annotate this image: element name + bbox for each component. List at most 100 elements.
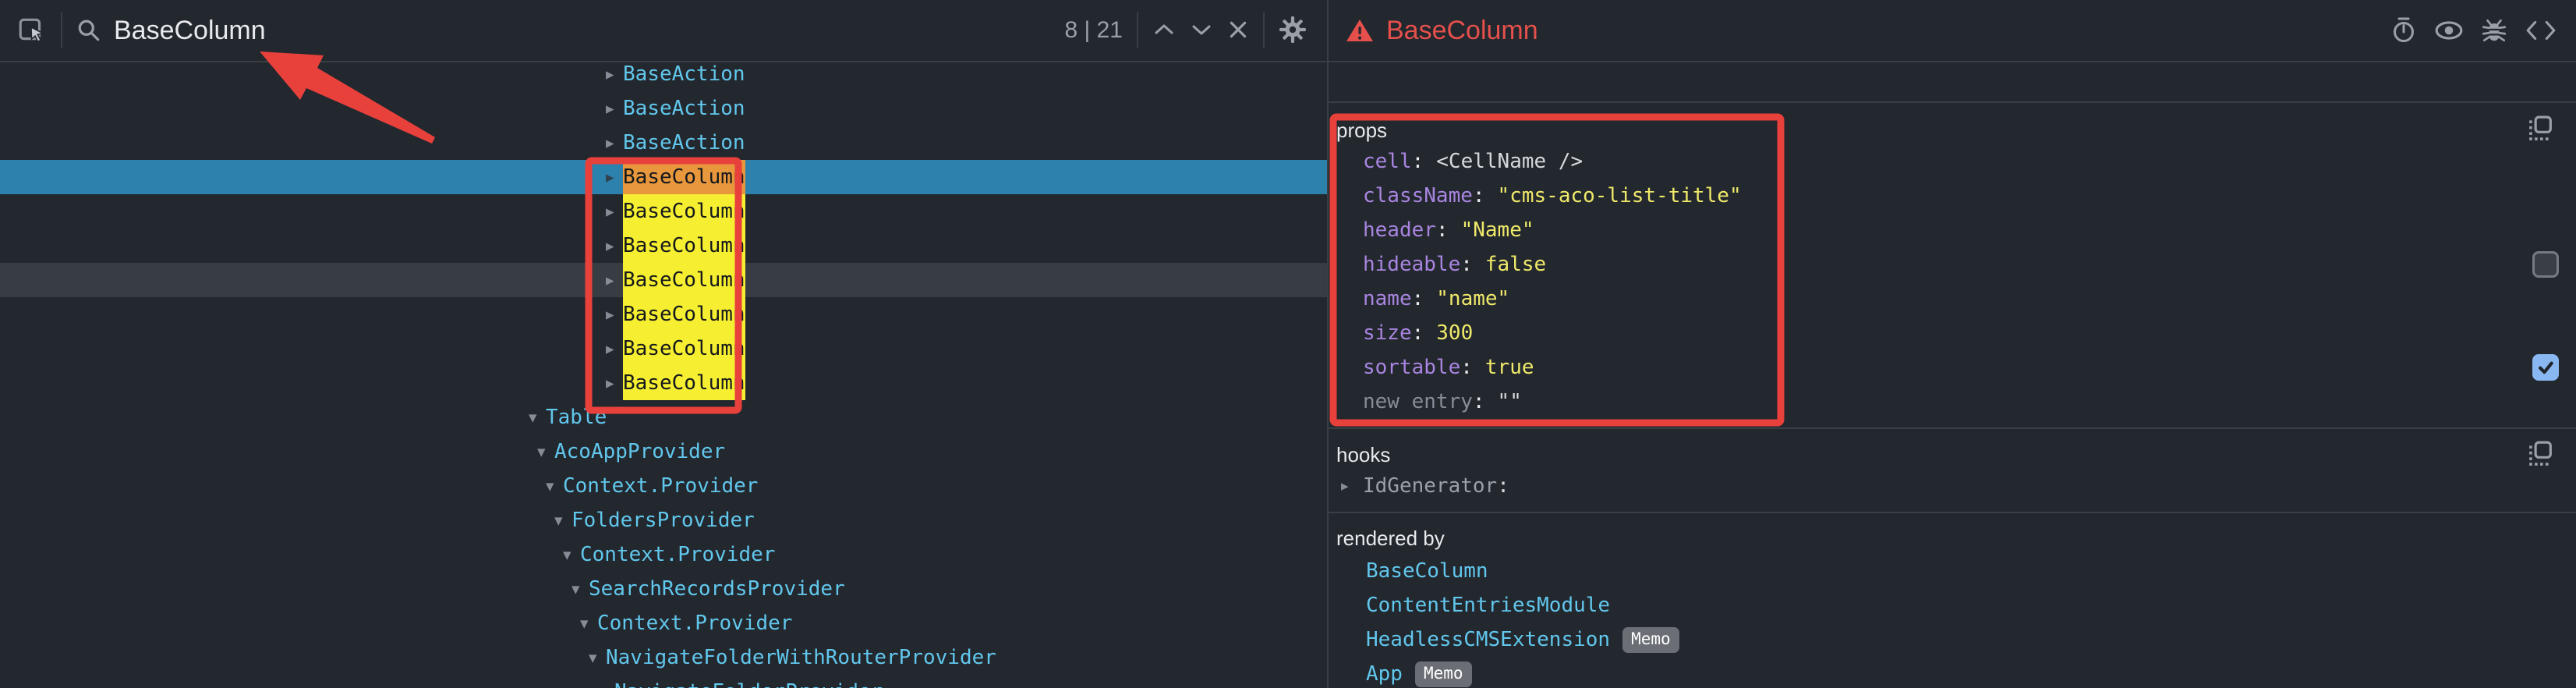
tree-row[interactable]: ▾AcoAppProvider [0,434,1327,469]
tree-row[interactable]: ▸ BaseColumn [0,297,1327,332]
component-name[interactable]: AcoAppProvider [554,434,725,469]
chevron-right-icon[interactable]: ▸ [606,366,614,400]
prop-value[interactable]: <CellName /> [1436,150,1583,173]
rendered-by-item[interactable]: HeadlessCMSExtensionMemo [1366,622,1679,657]
component-name[interactable]: BaseColumn [623,297,745,332]
chevron-right-icon[interactable]: ▸ [1341,469,1349,503]
tree-row[interactable]: ▾ NavigateFolderProvider [0,675,1327,688]
component-name[interactable]: Context.Provider [563,469,758,503]
hooks-section-label: hooks [1336,443,1390,466]
tree-row[interactable]: ▸ BaseColumn [0,366,1327,400]
hook-colon: : [1497,474,1509,498]
log-component-button[interactable] [2481,17,2507,46]
chevron-right-icon[interactable]: ▸ [606,160,614,194]
tree-row[interactable]: ▸ BaseColumn [0,160,1327,194]
rendered-by-item[interactable]: BaseColumn [1366,554,1488,588]
search-input[interactable] [112,15,1056,47]
tree-row[interactable]: ▾FoldersProvider [0,503,1327,537]
component-name[interactable]: BaseColumn [623,160,745,194]
tree-row[interactable]: ▸ BaseAction [0,91,1327,126]
chevron-right-icon[interactable]: ▸ [606,229,614,263]
inspect-element-button[interactable] [17,15,47,47]
component-name[interactable]: Context.Provider [597,606,792,640]
prop-value[interactable]: "name" [1436,287,1509,310]
chevron-down-icon[interactable]: ▾ [597,675,606,688]
previous-match-button[interactable] [1152,22,1176,40]
chevron-down-icon[interactable]: ▾ [580,606,589,640]
component-name[interactable]: Context.Provider [580,537,775,572]
chevron-right-icon[interactable]: ▸ [606,297,614,332]
clear-search-button[interactable] [1227,19,1249,43]
prop-row: header:"Name" [1329,213,2576,247]
chevron-right-icon[interactable]: ▸ [606,332,614,366]
component-name[interactable]: Table [546,400,607,434]
tree-row[interactable]: ▾ NavigateFolderWithRouterProvider [0,640,1327,675]
component-name[interactable]: BaseColumn [623,366,745,400]
prop-row: sortable:true [1329,350,2576,385]
settings-button[interactable] [1279,16,1307,46]
prop-value[interactable]: "" [1498,390,1522,413]
component-name[interactable]: BaseColumn [623,229,745,263]
chevron-right-icon[interactable]: ▸ [606,91,614,126]
chevron-right-icon[interactable]: ▸ [606,194,614,229]
rendered-by-item[interactable]: AppMemo [1366,657,1472,688]
prop-value[interactable]: "Name" [1461,218,1534,242]
checkbox-checked[interactable] [2532,354,2559,381]
prop-key: sortable [1363,356,1460,379]
tree-row[interactable]: ▸ BaseColumn [0,263,1327,297]
tree-row[interactable]: ▸ BaseAction [0,126,1327,160]
prop-key: new entry [1363,390,1473,413]
chevron-down-icon[interactable]: ▾ [589,640,597,675]
copy-hooks-button[interactable] [2528,441,2553,468]
component-name[interactable]: NavigateFolderWithRouterProvider [606,640,996,675]
component-name[interactable]: NavigateFolderProvider [614,675,883,688]
chevron-down-icon[interactable]: ▾ [554,503,563,537]
chevron-down-icon[interactable]: ▾ [546,469,554,503]
component-name[interactable]: BaseColumn [623,332,745,366]
suspense-toggle-button[interactable] [2390,16,2417,47]
copy-props-button[interactable] [2528,115,2553,143]
prop-colon: : [1473,390,1485,413]
component-name[interactable]: SearchRecordsProvider [589,572,845,606]
toolbar-divider [1137,12,1138,48]
chevron-right-icon[interactable]: ▸ [606,263,614,297]
owner-link[interactable]: ContentEntriesModule [1366,594,1610,617]
view-source-button[interactable] [2525,20,2557,44]
component-name[interactable]: FoldersProvider [571,503,755,537]
owner-link[interactable]: HeadlessCMSExtension [1366,628,1610,651]
prop-value[interactable]: false [1485,253,1546,276]
prop-key: name [1363,287,1412,310]
chevron-down-icon[interactable]: ▾ [563,537,571,572]
owner-link[interactable]: App [1366,662,1403,686]
prop-value[interactable]: "cms-aco-list-title" [1498,184,1742,207]
tree-row[interactable]: ▸ BaseColumn [0,229,1327,263]
hook-row[interactable]: ▸ IdGenerator: [1329,469,2576,503]
inspect-dom-button[interactable] [2434,20,2464,44]
tree-row[interactable]: ▾ Context.Provider [0,469,1327,503]
prop-key: size [1363,321,1412,345]
tree-row[interactable]: ▾ SearchRecordsProvider [0,572,1327,606]
component-name[interactable]: BaseAction [623,126,745,160]
tree-row[interactable]: ▾ Context.Provider [0,537,1327,572]
component-name[interactable]: BaseAction [623,91,745,126]
chevron-down-icon[interactable]: ▾ [529,400,537,434]
next-match-button[interactable] [1190,22,1213,40]
toolbar-divider [61,12,62,48]
prop-key: hideable [1363,253,1460,276]
section-divider [1329,512,2576,513]
chevron-down-icon[interactable]: ▾ [571,572,580,606]
component-name[interactable]: BaseColumn [623,194,745,229]
checkbox-unchecked[interactable] [2532,251,2559,278]
rendered-by-item[interactable]: ContentEntriesModule [1366,588,1610,622]
tree-row[interactable]: ▾Context.Provider [0,606,1327,640]
tree-row[interactable]: ▾ Table [0,400,1327,434]
tree-row[interactable]: ▸ BaseColumn [0,194,1327,229]
chevron-down-icon[interactable]: ▾ [537,434,546,469]
component-name[interactable]: BaseColumn [623,263,745,297]
chevron-right-icon[interactable]: ▸ [606,126,614,160]
tree-row[interactable]: ▸ BaseColumn [0,332,1327,366]
owner-link[interactable]: BaseColumn [1366,559,1488,583]
prop-value[interactable]: true [1485,356,1534,379]
prop-key: className [1363,184,1473,207]
prop-value[interactable]: 300 [1436,321,1473,345]
